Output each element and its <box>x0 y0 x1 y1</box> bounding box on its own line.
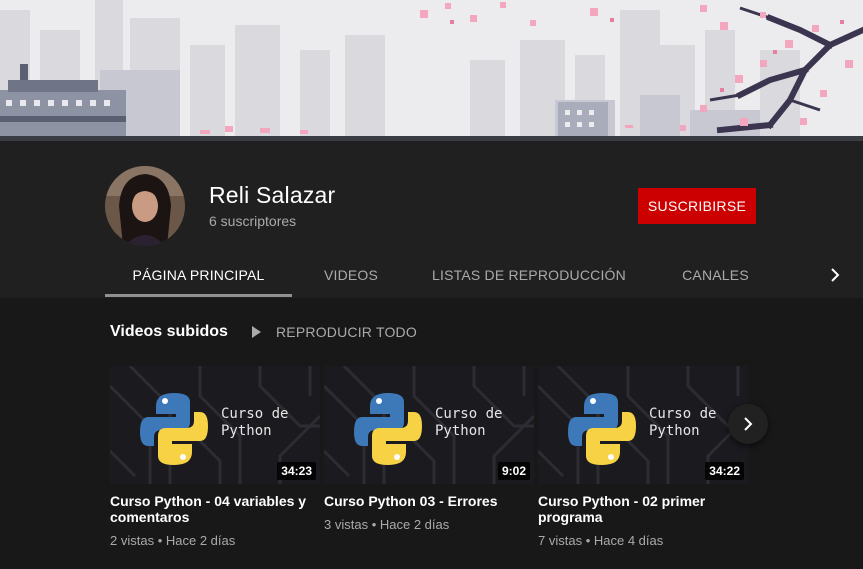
view-count: 3 vistas <box>324 517 369 532</box>
view-count: 2 vistas <box>110 533 155 548</box>
play-all-label: REPRODUCIR TODO <box>276 324 417 340</box>
tab-home[interactable]: PÁGINA PRINCIPAL <box>105 251 292 298</box>
thumbnail-caption: Curso de Python <box>435 406 503 439</box>
video-card[interactable]: Curso de Python 34:22 Curso Python - 02 … <box>538 366 748 548</box>
avatar-image <box>105 166 185 246</box>
video-title[interactable]: Curso Python - 04 variables y comentaros <box>110 493 310 525</box>
duration-badge: 34:22 <box>705 462 744 480</box>
video-meta: 7 vistas • Hace 4 días <box>538 533 748 548</box>
video-title[interactable]: Curso Python - 02 primer programa <box>538 493 738 525</box>
shelf-title: Videos subidos <box>110 323 228 340</box>
video-thumbnail[interactable]: Curso de Python 34:22 <box>538 366 748 484</box>
tab-videos[interactable]: VIDEOS <box>292 251 410 298</box>
video-thumbnail[interactable]: Curso de Python 9:02 <box>324 366 534 484</box>
video-title[interactable]: Curso Python 03 - Errores <box>324 493 524 509</box>
channel-header: Reli Salazar 6 suscriptores SUSCRIBIRSE … <box>0 141 863 298</box>
meta-separator: • <box>585 533 594 548</box>
channel-tabs: PÁGINA PRINCIPAL VIDEOS LISTAS DE REPROD… <box>105 251 863 298</box>
tabs-next-button[interactable] <box>823 263 847 287</box>
upload-age: Hace 2 días <box>165 533 236 548</box>
upload-age: Hace 4 días <box>593 533 664 548</box>
video-card[interactable]: Curso de Python 34:23 Curso Python - 04 … <box>110 366 320 548</box>
upload-age: Hace 2 días <box>379 517 450 532</box>
meta-separator: • <box>371 517 380 532</box>
view-count: 7 vistas <box>538 533 583 548</box>
home-content: Videos subidos REPRODUCIR TODO Curso de … <box>0 298 863 569</box>
video-meta: 3 vistas • Hace 2 días <box>324 517 534 532</box>
shelf-next-button[interactable] <box>728 404 768 444</box>
chevron-right-icon <box>744 417 753 431</box>
banner-artwork <box>0 0 863 141</box>
duration-badge: 34:23 <box>277 462 316 480</box>
tab-channels[interactable]: CANALES <box>648 251 783 298</box>
duration-badge: 9:02 <box>497 462 530 480</box>
channel-banner <box>0 0 863 141</box>
video-meta: 2 vistas • Hace 2 días <box>110 533 320 548</box>
video-card[interactable]: Curso de Python 9:02 Curso Python 03 - E… <box>324 366 534 532</box>
avatar[interactable] <box>105 166 185 246</box>
chevron-right-icon <box>831 268 840 282</box>
play-icon <box>252 326 261 338</box>
play-all-button[interactable]: REPRODUCIR TODO <box>248 321 417 343</box>
thumbnail-caption: Curso de Python <box>649 406 717 439</box>
video-thumbnail[interactable]: Curso de Python 34:23 <box>110 366 320 484</box>
meta-separator: • <box>157 533 166 548</box>
thumbnail-caption: Curso de Python <box>221 406 289 439</box>
tab-playlists[interactable]: LISTAS DE REPRODUCCIÓN <box>410 251 648 298</box>
subscriber-count: 6 suscriptores <box>209 213 297 229</box>
subscribe-button[interactable]: SUSCRIBIRSE <box>638 188 756 224</box>
channel-name: Reli Salazar <box>209 182 336 208</box>
